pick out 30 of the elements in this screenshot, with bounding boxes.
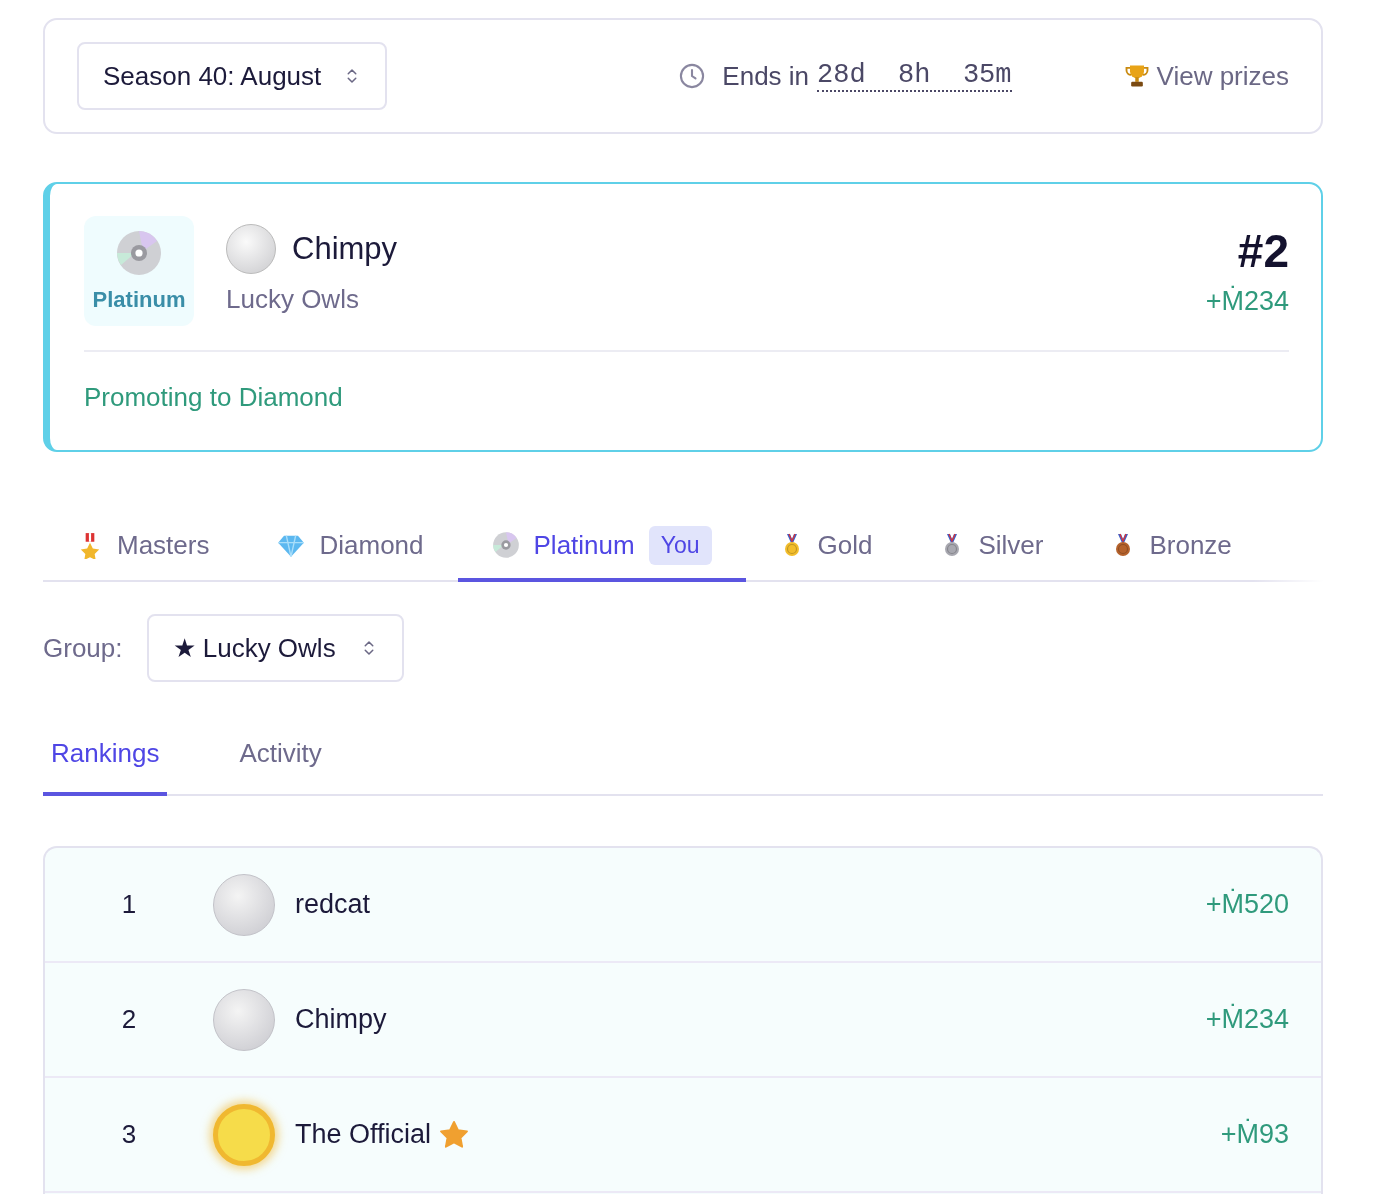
you-badge: You [648, 525, 712, 565]
group-label: Group: [43, 632, 123, 664]
profit-amount: +Ṁ520 [1205, 889, 1289, 920]
rank-number: #2 [1237, 224, 1289, 278]
rank-number: 3 [120, 1119, 138, 1150]
rank-number: 2 [120, 1004, 138, 1035]
promotion-status: Promoting to Diamond [84, 382, 344, 413]
profit-amount: +Ṁ234 [1205, 1004, 1289, 1035]
league-tab[interactable]: Diamond [243, 512, 458, 582]
player-name: The Official [295, 1119, 432, 1150]
view-tab[interactable]: Activity [231, 714, 330, 796]
time-remaining: 28d 8h 35m [817, 60, 1012, 92]
group-name: Lucky Owls [226, 284, 360, 315]
view-prizes-link[interactable]: View prizes [1122, 60, 1289, 92]
view-tab[interactable]: Rankings [43, 714, 168, 796]
player-name: redcat [295, 889, 371, 920]
league-tab[interactable]: Platinum You [457, 512, 746, 582]
timer-label: Ends in [722, 60, 810, 92]
league-tab[interactable]: Silver [906, 512, 1078, 582]
player-name: Chimpy [295, 1004, 387, 1035]
rank-number: 1 [120, 889, 138, 920]
league-name: Platinum [92, 287, 186, 313]
season-select[interactable]: Season 40: August [77, 42, 388, 110]
group-select[interactable]: ★ Lucky Owls [146, 614, 404, 682]
profit-amount: +Ṁ93 [1220, 1119, 1289, 1150]
league-tab[interactable]: Gold [745, 512, 907, 582]
league-tab[interactable]: Masters [43, 512, 244, 582]
player-name: Chimpy [292, 231, 398, 267]
profit-amount: +Ṁ234 [1205, 286, 1289, 317]
league-tab[interactable]: Bronze [1077, 512, 1266, 582]
